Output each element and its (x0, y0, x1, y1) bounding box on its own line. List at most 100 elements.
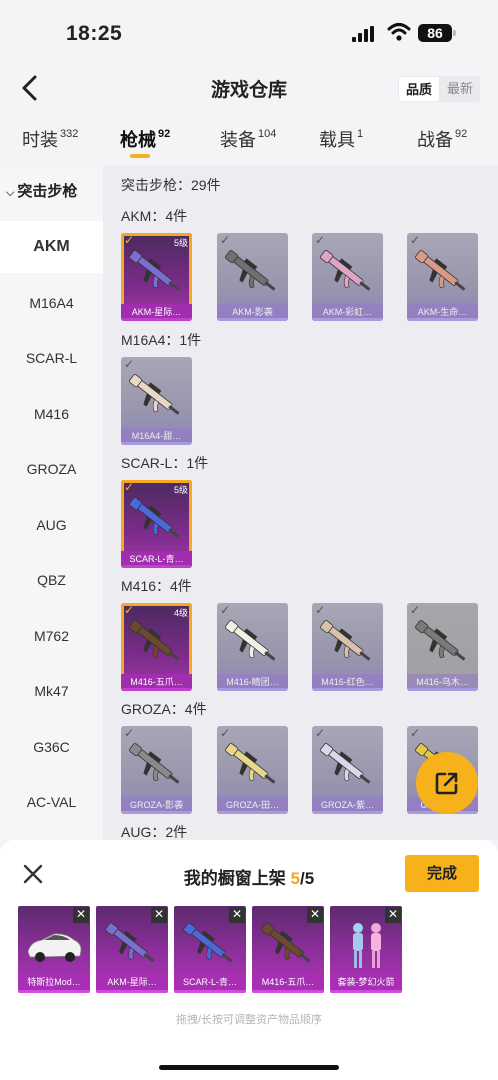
sidebar-item-aug[interactable]: AUG (0, 499, 103, 551)
remove-icon[interactable]: ✕ (151, 907, 167, 923)
car-icon (27, 933, 82, 962)
sidebar-item-akm[interactable]: AKM (0, 221, 103, 273)
showcase-slot[interactable]: ✕ SCAR-L-青… (174, 906, 246, 993)
tab-count: 1 (357, 128, 364, 140)
tab-label: 枪械 (120, 130, 156, 150)
rarity-stripe (121, 688, 192, 691)
rifle-icon (225, 743, 276, 784)
sidebar-item-qbz[interactable]: QBZ (0, 554, 103, 606)
status-time: 18:25 (66, 22, 123, 45)
rifle-icon (129, 250, 180, 291)
rarity-stripe (217, 688, 288, 691)
rarity-stripe (330, 990, 402, 993)
battery-indicator: 86 (418, 24, 456, 42)
item-card[interactable]: ✓ AKM-影袭 (217, 233, 288, 321)
item-card[interactable]: ✓ 4级 M416-五爪… (121, 603, 192, 691)
showcase-count-current: 5 (290, 869, 300, 888)
rifle-icon (320, 620, 371, 661)
rarity-stripe (121, 565, 192, 568)
sidebar-item-g36c[interactable]: G36C (0, 721, 103, 773)
home-indicator[interactable] (159, 1065, 339, 1070)
share-icon (435, 772, 458, 795)
remove-icon[interactable]: ✕ (73, 907, 89, 923)
sidebar-item-groza[interactable]: GROZA (0, 443, 103, 495)
showcase-slot[interactable]: ✕ 套装-梦幻火箭 (330, 906, 402, 993)
item-card[interactable]: ✓ GROZA-影袭 (121, 726, 192, 814)
share-button[interactable] (416, 752, 478, 814)
rifle-icon (225, 250, 276, 291)
sidebar-item-ac-val[interactable]: AC-VAL (0, 776, 103, 828)
cellular-signal-icon (352, 26, 374, 42)
check-icon: ✓ (220, 726, 231, 740)
tab-count: 92 (158, 128, 171, 140)
item-card[interactable]: ✓ GROZA-紫… (312, 726, 383, 814)
sort-option-latest[interactable]: 最新 (440, 76, 480, 102)
wifi-icon (387, 23, 411, 41)
rarity-stripe (312, 811, 383, 814)
slot-label: 套装-梦幻火箭 (330, 974, 402, 990)
sidebar-category-label: 突击步枪 (17, 183, 78, 200)
tab-equipment[interactable]: 装备 104 (220, 126, 276, 152)
rifle-icon (320, 743, 371, 784)
weapon-sidebar: ⌵ 突击步枪 AKM M16A4 SCAR-L M416 GROZA AUG QB… (0, 166, 103, 840)
item-card[interactable]: ✓ 5级 SCAR-L-青… (121, 480, 192, 568)
showcase-slot[interactable]: ✕ AKM-星际… (96, 906, 168, 993)
item-card[interactable]: ✓ M416-红色… (312, 603, 383, 691)
category-tabs: 时装 332 枪械 92 装备 104 载具 1 战备 92 (0, 114, 498, 162)
sort-option-quality[interactable]: 品质 (399, 77, 439, 101)
item-grid: 突击步枪：29件 AKM：4件 ✓ 5级 AKM-星际… ✓ AKM-影袭 ✓ AKM-彩虹…… (103, 166, 498, 840)
remove-icon[interactable]: ✕ (229, 907, 245, 923)
tab-fashion[interactable]: 时装 332 (22, 126, 78, 152)
item-card[interactable]: ✓ AKM-生命… (407, 233, 478, 321)
sidebar-category[interactable]: ⌵ 突击步枪 (6, 180, 77, 201)
sidebar-item-m16a4[interactable]: M16A4 (0, 277, 103, 329)
rarity-stripe (217, 318, 288, 321)
status-bar: 18:25 86 (0, 0, 498, 64)
page-header: 游戏仓库 品质 最新 (0, 64, 498, 114)
rarity-stripe (312, 688, 383, 691)
showcase-sheet: 我的橱窗上架 5/5 完成 ✕ 特斯拉Mod… ✕ AKM-星际… ✕ SCAR-L-青…… (0, 840, 498, 1080)
tab-firearms[interactable]: 枪械 92 (120, 126, 170, 152)
done-button[interactable]: 完成 (405, 855, 479, 892)
sidebar-item-m762[interactable]: M762 (0, 610, 103, 662)
check-icon: ✓ (410, 726, 421, 740)
sidebar-item-scar-l[interactable]: SCAR-L (0, 332, 103, 384)
rifle-icon (261, 922, 311, 963)
chevron-down-icon: ⌵ (6, 187, 15, 199)
remove-icon[interactable]: ✕ (307, 907, 323, 923)
item-card[interactable]: ✓ M416-乌木… (407, 603, 478, 691)
check-icon: ✓ (124, 357, 135, 371)
rarity-stripe (407, 688, 478, 691)
item-card[interactable]: ✓ M416-睛团… (217, 603, 288, 691)
tab-vehicles[interactable]: 载具 1 (319, 126, 363, 152)
item-card[interactable]: ✓ AKM-彩虹… (312, 233, 383, 321)
remove-icon[interactable]: ✕ (385, 907, 401, 923)
group-header: AKM：4件 (121, 208, 188, 224)
showcase-slot[interactable]: ✕ 特斯拉Mod… (18, 906, 90, 993)
rifle-icon (183, 922, 233, 963)
rifle-icon (320, 250, 371, 291)
reorder-hint: 拖拽/长按可调整资产物品顺序 (175, 1014, 323, 1026)
sort-toggle: 品质 最新 (398, 76, 480, 102)
rifle-icon (129, 620, 180, 661)
sidebar-item-m416[interactable]: M416 (0, 388, 103, 440)
item-card[interactable]: ✓ GROZA-田… (217, 726, 288, 814)
item-card[interactable]: ✓ 5级 AKM-星际… (121, 233, 192, 321)
check-icon: ✓ (315, 233, 326, 247)
rarity-stripe (312, 318, 383, 321)
check-icon: ✓ (124, 603, 135, 617)
slot-label: M416-五爪… (252, 974, 324, 990)
app-root: 18:25 86 游戏仓库 品质 最新 时装 332 枪械 92 装备 104 载具 1… (0, 0, 498, 1080)
rifle-icon (129, 374, 180, 415)
sidebar-item-mk47[interactable]: Mk47 (0, 665, 103, 717)
group-header: AUG：2件 (121, 824, 188, 840)
showcase-slot[interactable]: ✕ M416-五爪… (252, 906, 324, 993)
showcase-count-total: /5 (300, 869, 315, 888)
tab-count: 104 (258, 128, 277, 140)
tab-combat-prep[interactable]: 战备 92 (417, 126, 467, 152)
tab-label: 战备 (417, 130, 453, 150)
item-card[interactable]: ✓ M16A4-甜… (121, 357, 192, 445)
rifle-icon (225, 620, 276, 661)
check-icon: ✓ (124, 480, 135, 494)
rarity-stripe (18, 990, 90, 993)
